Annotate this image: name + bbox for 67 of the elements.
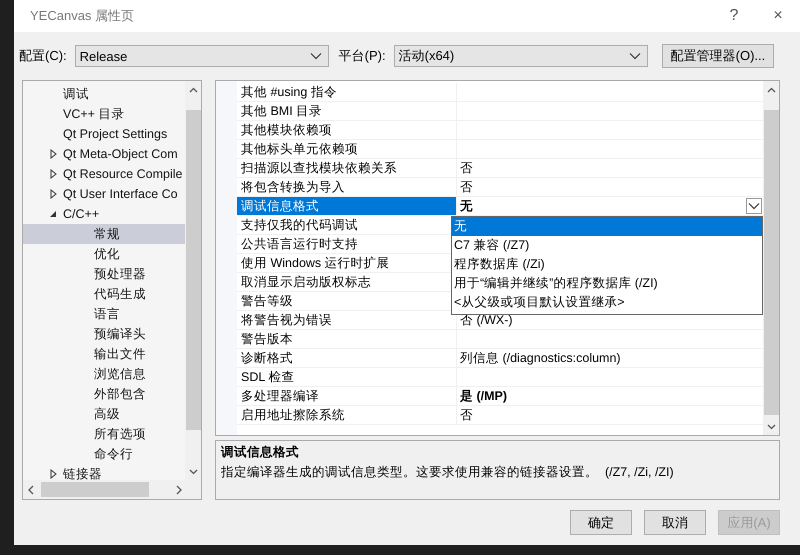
tree-item[interactable]: 优化 bbox=[23, 244, 185, 264]
tree-item[interactable]: Qt Resource Compile bbox=[23, 164, 185, 184]
dialog-button[interactable]: 确定 bbox=[570, 510, 632, 535]
property-name[interactable]: 启用地址擦除系统 bbox=[237, 406, 457, 424]
scroll-down-icon[interactable] bbox=[766, 424, 776, 430]
tree-item[interactable]: 语言 bbox=[23, 304, 185, 324]
platform-label: 平台(P): bbox=[338, 47, 386, 65]
tree-item[interactable]: 预处理器 bbox=[23, 264, 185, 284]
property-value: 否 bbox=[460, 178, 473, 196]
scrollbar-thumb[interactable] bbox=[764, 110, 778, 415]
tree-item[interactable]: 高级 bbox=[23, 404, 185, 424]
property-value: 列信息 (/diagnostics:column) bbox=[460, 350, 621, 366]
tree-item[interactable]: 命令行 bbox=[23, 444, 185, 464]
chevron-down-icon bbox=[310, 52, 322, 60]
dropdown-button[interactable] bbox=[746, 198, 762, 214]
chevron-down-icon bbox=[628, 52, 641, 60]
property-value: 是 (/MP) bbox=[460, 388, 508, 404]
dropdown-option[interactable]: 无 bbox=[452, 217, 762, 236]
description-title: 调试信息格式 bbox=[221, 444, 299, 461]
tree-item[interactable]: 输出文件 bbox=[23, 344, 185, 364]
property-value: 无 bbox=[460, 198, 473, 214]
scroll-up-icon[interactable] bbox=[188, 86, 198, 92]
tree-item[interactable]: 所有选项 bbox=[23, 424, 185, 444]
property-name[interactable]: 警告版本 bbox=[237, 330, 457, 348]
collapsed-icon[interactable] bbox=[50, 469, 56, 479]
tree-item[interactable]: Qt Project Settings bbox=[23, 124, 185, 144]
collapsed-icon[interactable] bbox=[50, 189, 56, 199]
dialog-button[interactable]: 取消 bbox=[644, 510, 706, 535]
property-name[interactable]: 其他 BMI 目录 bbox=[237, 102, 457, 120]
tree-item[interactable]: 外部包含 bbox=[23, 384, 185, 404]
window-title: YECanvas 属性页 bbox=[30, 7, 136, 25]
tree-item[interactable]: C/C++ bbox=[23, 204, 185, 224]
property-name[interactable]: 其他标头单元依赖项 bbox=[237, 140, 457, 158]
scroll-down-icon[interactable] bbox=[188, 468, 198, 474]
scrollbar-thumb[interactable] bbox=[186, 110, 200, 430]
configuration-manager-button[interactable]: 配置管理器(O)... bbox=[662, 44, 774, 68]
property-name[interactable]: 将包含转换为导入 bbox=[237, 178, 457, 196]
property-value: 否 bbox=[460, 406, 473, 424]
description-text: 指定编译器生成的调试信息类型。这要求使用兼容的链接器设置。 (/Z7, /Zi, /ZI) bbox=[221, 464, 674, 481]
configuration-dropdown[interactable]: Release bbox=[74, 45, 329, 67]
tree-item[interactable]: 代码生成 bbox=[23, 284, 185, 304]
tree-item[interactable]: 调试 bbox=[23, 84, 185, 104]
help-button[interactable]: ? bbox=[712, 7, 756, 25]
configuration-label: 配置(C): bbox=[19, 47, 67, 65]
scroll-up-icon[interactable] bbox=[766, 86, 776, 92]
property-name[interactable]: 调试信息格式 bbox=[237, 197, 457, 215]
tree-item[interactable]: VC++ 目录 bbox=[23, 104, 185, 124]
property-name[interactable]: 多处理器编译 bbox=[237, 387, 457, 405]
tree-item[interactable]: 链接器 bbox=[23, 464, 185, 480]
tree-item[interactable]: Qt User Interface Co bbox=[23, 184, 185, 204]
property-name[interactable]: 其他 #using 指令 bbox=[237, 83, 457, 101]
horizontal-scrollbar-thumb[interactable] bbox=[41, 482, 149, 497]
tree-item[interactable]: 预编译头 bbox=[23, 324, 185, 344]
property-value: 否 bbox=[460, 160, 473, 176]
collapsed-icon[interactable] bbox=[50, 149, 56, 159]
collapsed-icon[interactable] bbox=[50, 169, 56, 179]
tree-item[interactable]: 常规 bbox=[23, 224, 185, 244]
close-button[interactable]: × bbox=[756, 7, 800, 25]
expanded-icon[interactable] bbox=[49, 210, 57, 218]
property-name[interactable]: SDL 检查 bbox=[237, 368, 457, 386]
property-name[interactable]: 诊断格式 bbox=[237, 349, 457, 367]
platform-dropdown[interactable]: 活动(x64) bbox=[394, 45, 648, 67]
tree-item[interactable]: Qt Meta-Object Com bbox=[23, 144, 185, 164]
property-name[interactable]: 其他模块依赖项 bbox=[237, 121, 457, 139]
property-name[interactable]: 扫描源以查找模块依赖关系 bbox=[237, 159, 457, 177]
chevron-down-icon bbox=[748, 202, 760, 210]
tree-item[interactable]: 浏览信息 bbox=[23, 364, 185, 384]
